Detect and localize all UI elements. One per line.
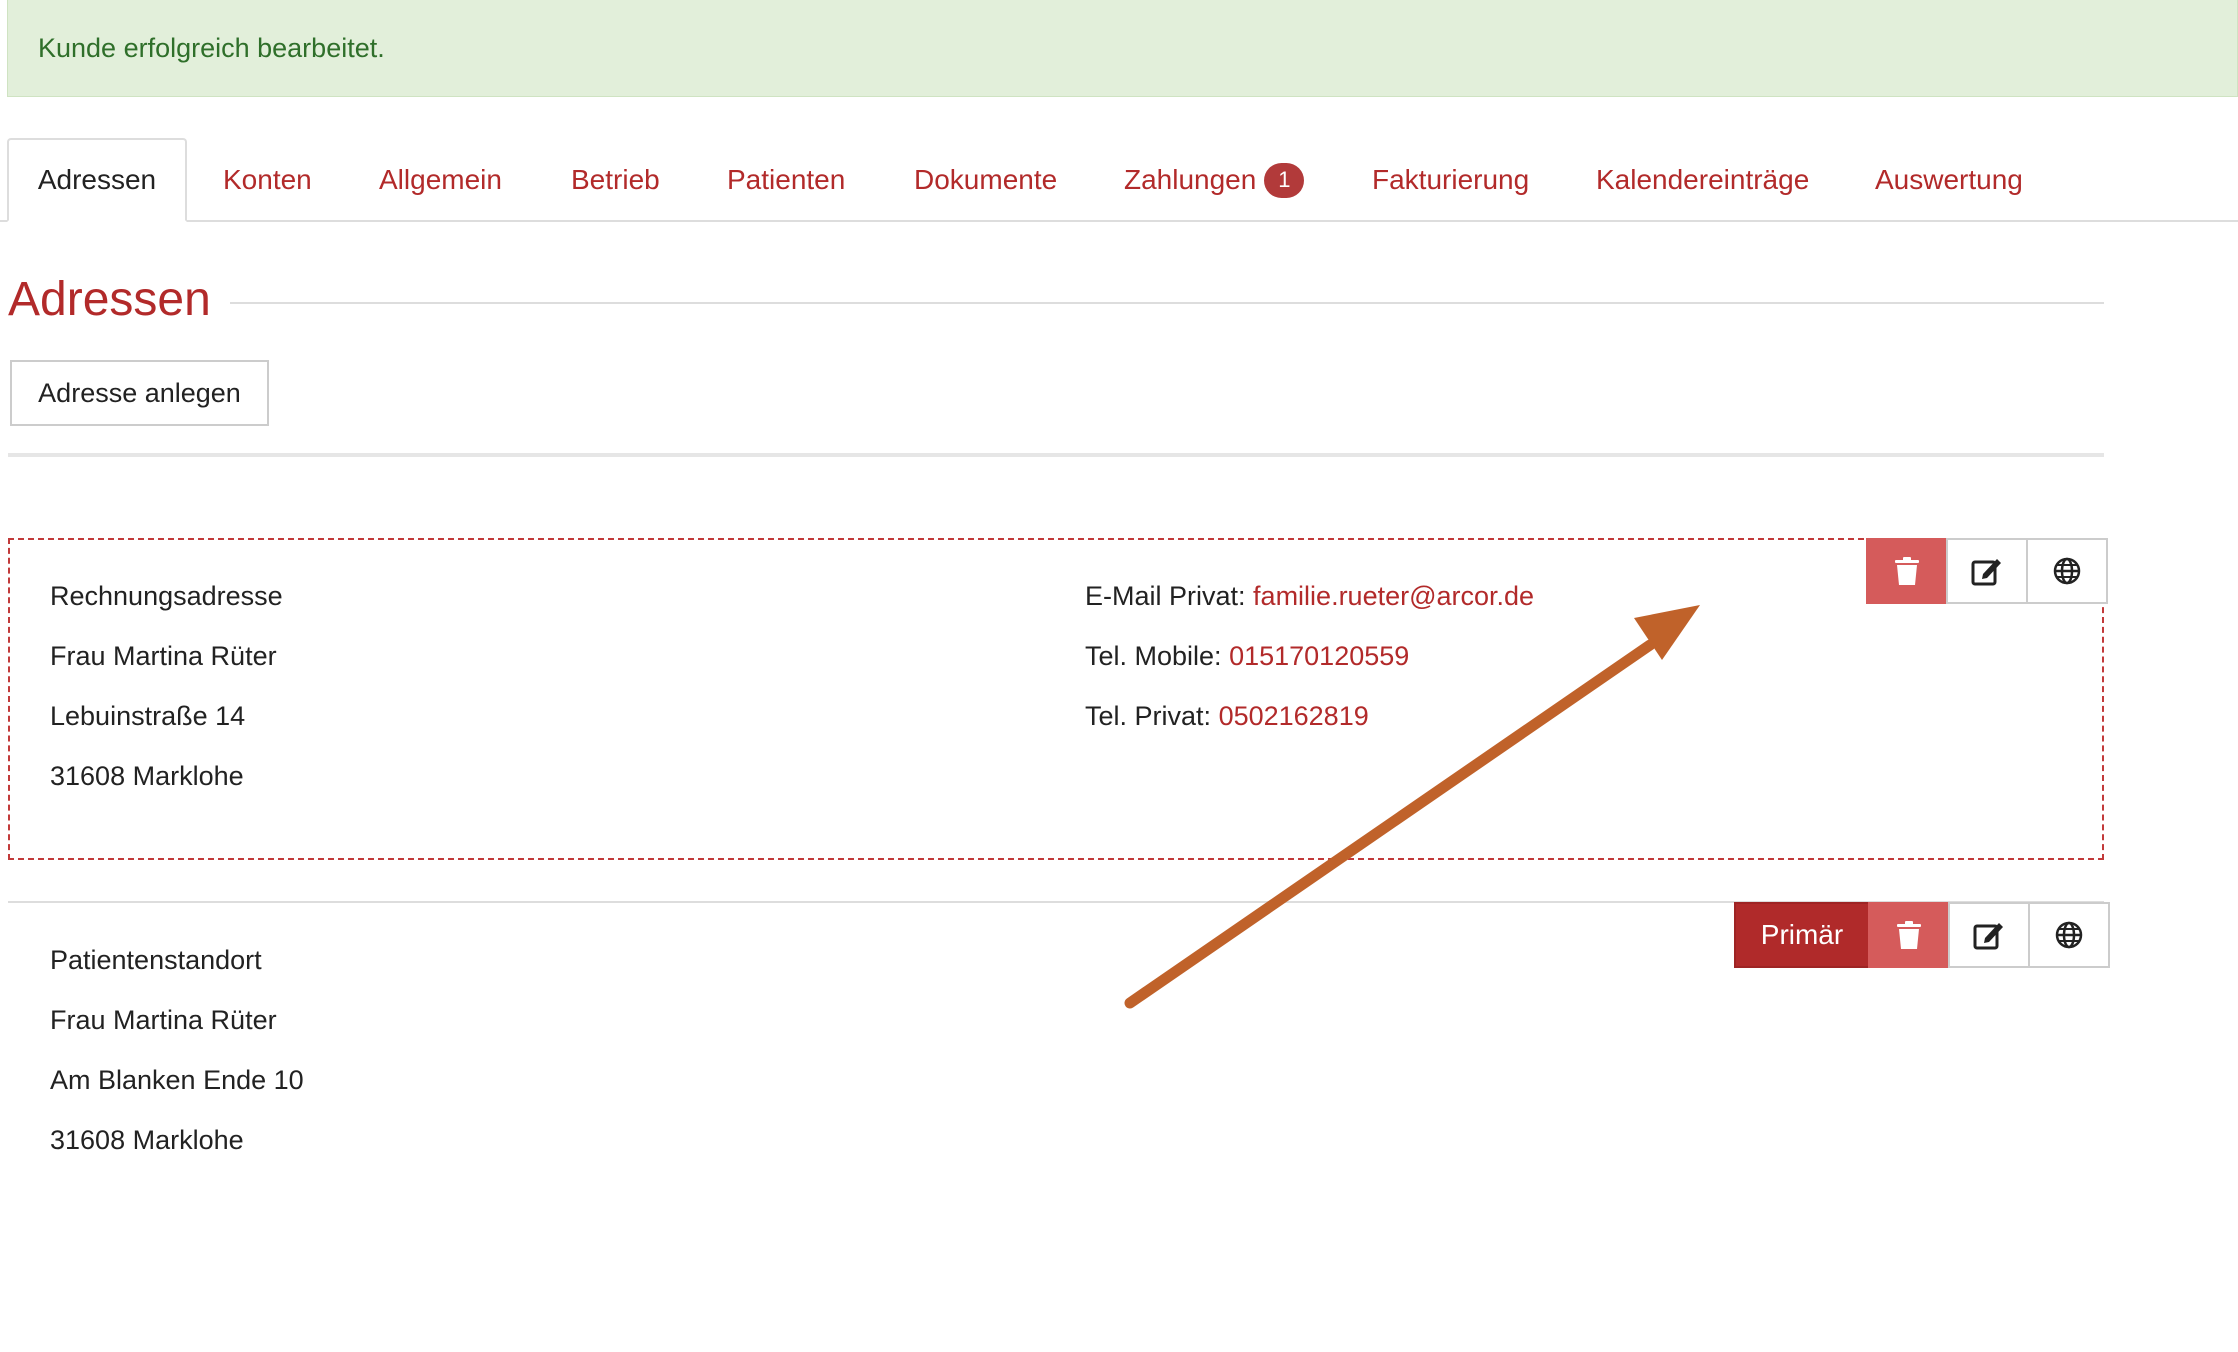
contact-label: E-Mail Privat:	[1085, 581, 1246, 611]
tab-adressen[interactable]: Adressen	[7, 138, 187, 222]
edit-icon	[1973, 923, 2003, 950]
address-name: Frau Martina Rüter	[50, 641, 277, 671]
section-divider	[8, 453, 2104, 457]
tab-konten[interactable]: Konten	[223, 138, 312, 222]
email-link[interactable]: familie.rueter@arcor.de	[1253, 581, 1534, 611]
tab-fakturierung[interactable]: Fakturierung	[1372, 138, 1529, 222]
trash-icon	[1895, 557, 1919, 585]
delete-button[interactable]	[1868, 902, 1950, 968]
trash-icon	[1897, 921, 1921, 949]
tab-allgemein[interactable]: Allgemein	[379, 138, 502, 222]
contact-email: E-Mail Privat: familie.rueter@arcor.de	[1085, 581, 1534, 612]
tab-label: Allgemein	[379, 164, 502, 195]
edit-icon	[1971, 559, 2001, 586]
tab-bar: Adressen Konten Allgemein Betrieb Patien…	[0, 138, 2238, 222]
add-address-button[interactable]: Adresse anlegen	[10, 360, 269, 426]
tab-kalendereintraege[interactable]: Kalendereinträge	[1596, 138, 1809, 222]
billing-actions	[1866, 538, 2108, 604]
tab-label: Kalendereinträge	[1596, 164, 1810, 195]
payments-count-badge: 1	[1264, 162, 1305, 198]
title-divider	[230, 302, 2104, 304]
tab-label: Adressen	[37, 164, 157, 195]
tab-label: Konten	[223, 164, 312, 195]
contact-mobile: Tel. Mobile: 015170120559	[1085, 641, 1409, 672]
address-type: Rechnungsadresse	[50, 581, 283, 611]
contact-phone: Tel. Privat: 0502162819	[1085, 701, 1369, 732]
address-city: 31608 Marklohe	[50, 1125, 244, 1155]
patient-location-actions: Primär	[1734, 902, 2110, 968]
mobile-phone-link[interactable]: 015170120559	[1229, 641, 1409, 671]
page-title: Adressen	[8, 273, 211, 326]
private-phone-link[interactable]: 0502162819	[1219, 701, 1369, 731]
address-city: 31608 Marklohe	[50, 761, 244, 791]
tab-label: Auswertung	[1875, 164, 2023, 195]
address-type: Patientenstandort	[50, 945, 262, 975]
address-name: Frau Martina Rüter	[50, 1005, 277, 1035]
tab-dokumente[interactable]: Dokumente	[914, 138, 1057, 222]
tab-label: Zahlungen	[1124, 164, 1257, 195]
primary-button[interactable]: Primär	[1734, 902, 1870, 968]
address-card-billing	[8, 538, 2104, 860]
tab-label: Betrieb	[571, 164, 660, 195]
tab-label: Dokumente	[914, 164, 1058, 195]
edit-button[interactable]	[1946, 538, 2028, 604]
tab-auswertung[interactable]: Auswertung	[1875, 138, 2023, 222]
address-street: Lebuinstraße 14	[50, 701, 246, 731]
tab-label: Patienten	[727, 164, 846, 195]
globe-icon	[2053, 557, 2081, 585]
alert-message: Kunde erfolgreich bearbeitet.	[38, 32, 385, 63]
tab-betrieb[interactable]: Betrieb	[571, 138, 660, 222]
delete-button[interactable]	[1866, 538, 1948, 604]
edit-button[interactable]	[1948, 902, 2030, 968]
globe-icon	[2055, 921, 2083, 949]
success-alert: Kunde erfolgreich bearbeitet.	[7, 0, 2238, 97]
tab-zahlungen[interactable]: Zahlungen 1	[1124, 138, 1305, 222]
map-button[interactable]	[2026, 538, 2108, 604]
contact-label: Tel. Mobile:	[1085, 641, 1222, 671]
tab-label: Fakturierung	[1372, 164, 1530, 195]
contact-label: Tel. Privat:	[1085, 701, 1212, 731]
map-button[interactable]	[2028, 902, 2110, 968]
tab-patienten[interactable]: Patienten	[727, 138, 845, 222]
address-street: Am Blanken Ende 10	[50, 1065, 304, 1095]
